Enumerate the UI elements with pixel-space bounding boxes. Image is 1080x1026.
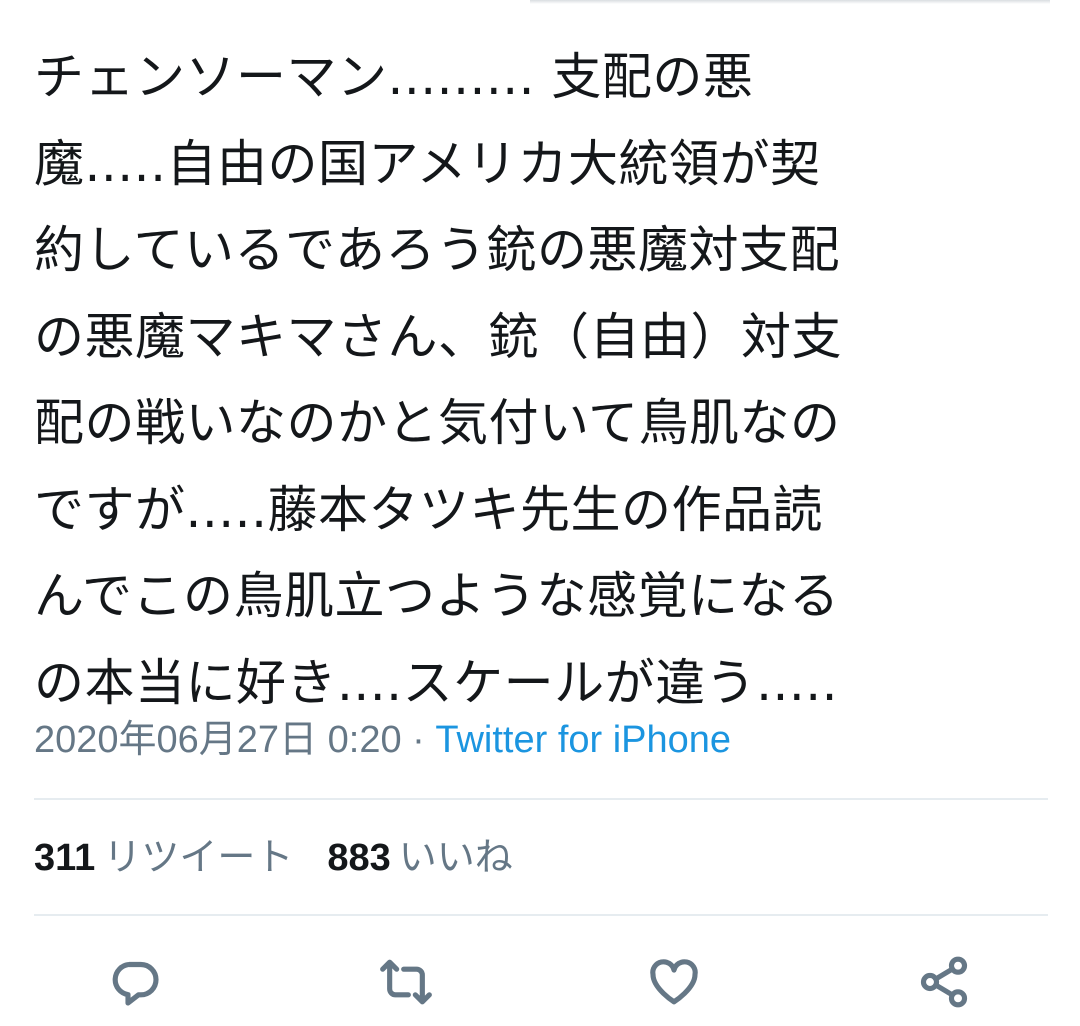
tweet-stats: 311 リツイート 883 いいね bbox=[34, 830, 547, 886]
tweet-actions-bar bbox=[0, 950, 1080, 1014]
share-button[interactable] bbox=[912, 950, 976, 1014]
divider bbox=[34, 914, 1048, 916]
like-count-stat[interactable]: 883 いいね bbox=[327, 830, 512, 886]
like-button[interactable] bbox=[642, 950, 706, 1014]
tweet-text-line: チェンソーマン......... 支配の悪 bbox=[34, 48, 754, 106]
tweet-text-line: 約しているであろう銃の悪魔対支配 bbox=[34, 221, 840, 279]
share-icon bbox=[920, 956, 968, 1008]
retweet-count-stat[interactable]: 311 リツイート bbox=[34, 830, 293, 886]
tweet-text-line: ですが.....藤本タツキ先生の作品読 bbox=[34, 480, 823, 539]
retweet-icon bbox=[380, 959, 432, 1005]
reply-icon bbox=[112, 961, 159, 1006]
reply-button[interactable] bbox=[103, 950, 167, 1014]
tweet-text-line: んでこの鳥肌立つような感覚になる bbox=[34, 567, 840, 625]
tweet-timestamp[interactable]: 2020年06月27日 0:20 bbox=[34, 719, 402, 761]
retweet-button[interactable] bbox=[374, 950, 438, 1014]
like-count: 883 bbox=[327, 837, 391, 879]
tweet-source-link[interactable]: Twitter for iPhone bbox=[435, 719, 731, 761]
like-count-label: いいね bbox=[398, 837, 513, 879]
tweet-text-line: の悪魔マキマさん、銃（自由）対支 bbox=[34, 307, 842, 366]
tweet-text-line: 配の戦いなのかと気付いて鳥肌なの bbox=[34, 394, 841, 452]
tweet-text: チェンソーマン......... 支配の悪 魔.....自由の国アメリカ大統領が… bbox=[34, 34, 1034, 726]
tweet-text-line: 魔.....自由の国アメリカ大統領が契 bbox=[34, 134, 821, 193]
header-shadow bbox=[530, 0, 1050, 4]
meta-separator: · bbox=[401, 719, 436, 761]
retweet-count: 311 bbox=[34, 837, 96, 879]
retweet-count-label: リツイート bbox=[103, 837, 294, 879]
divider bbox=[34, 798, 1048, 800]
heart-icon bbox=[650, 959, 698, 1005]
tweet-meta: 2020年06月27日 0:20 · Twitter for iPhone bbox=[34, 712, 731, 768]
